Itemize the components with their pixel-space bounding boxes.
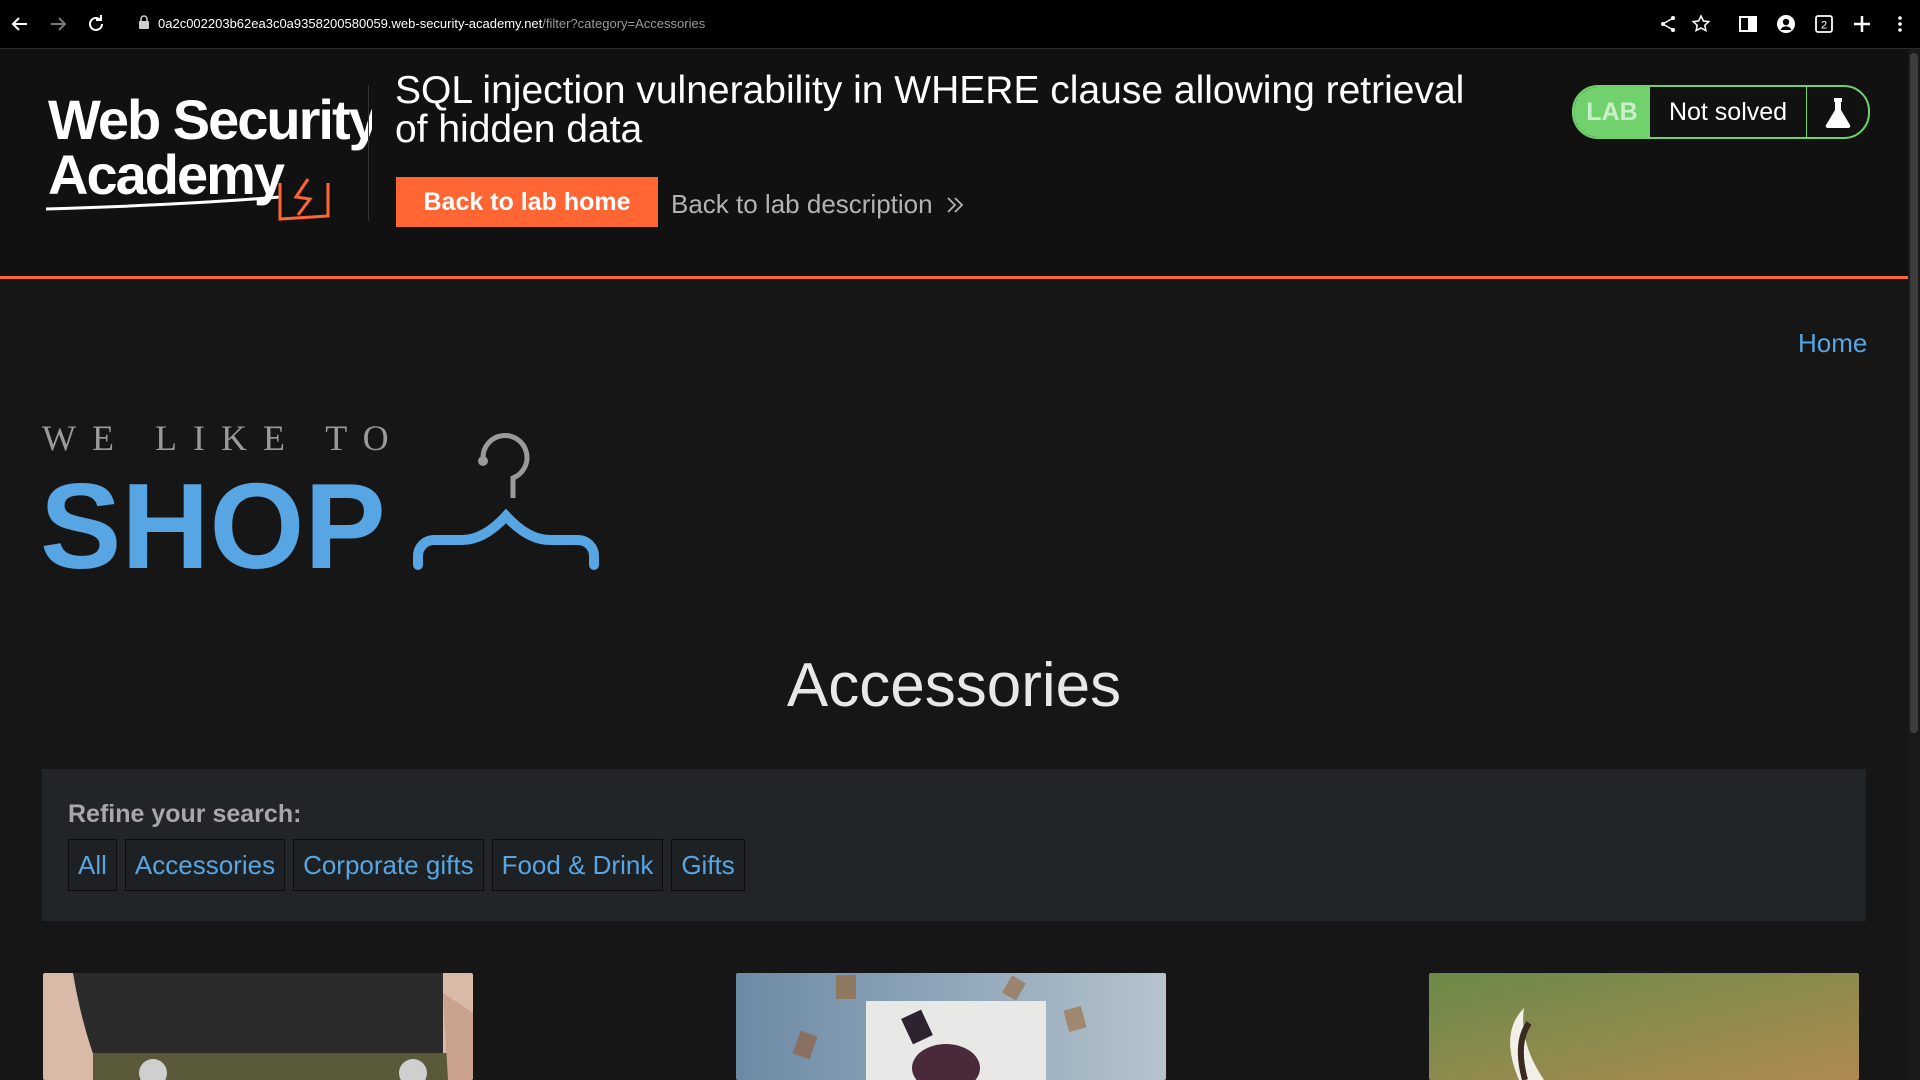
browser-toolbar: 0a2c002203b62ea3c0a9358200580059.web-sec… <box>0 0 1920 49</box>
new-tab-icon[interactable] <box>1850 12 1874 36</box>
hanger-icon <box>413 508 599 570</box>
lab-title: SQL injection vulnerability in WHERE cla… <box>395 69 1465 151</box>
lab-badge: LAB <box>1574 87 1650 137</box>
url-path: /filter?category=Accessories <box>542 16 706 31</box>
logo-small-text: WE LIKE TO <box>42 420 405 458</box>
lab-header: Web Security Academy SQL injection vulne… <box>0 49 1908 277</box>
share-icon[interactable] <box>1656 12 1680 36</box>
back-icon[interactable] <box>8 12 32 36</box>
product-image[interactable] <box>1429 973 1859 1080</box>
reload-icon[interactable] <box>84 12 108 36</box>
home-link[interactable]: Home <box>1798 328 1867 359</box>
accent-divider <box>0 276 1908 279</box>
page-scrollbar[interactable] <box>1908 49 1920 1080</box>
filter-corporate-gifts[interactable]: Corporate gifts <box>293 839 484 891</box>
lock-icon[interactable] <box>138 15 150 29</box>
forward-icon[interactable] <box>46 12 70 36</box>
filter-accessories[interactable]: Accessories <box>124 839 286 891</box>
logo-line1: Web Security <box>48 88 372 151</box>
header-divider <box>368 85 369 221</box>
scrollbar-thumb[interactable] <box>1910 53 1918 733</box>
url-host: 0a2c002203b62ea3c0a9358200580059.web-sec… <box>158 16 543 31</box>
hanger-hook <box>480 433 530 498</box>
page-title: Accessories <box>786 651 1122 720</box>
filter-panel: Refine your search: All Accessories Corp… <box>42 769 1866 921</box>
filter-gifts[interactable]: Gifts <box>671 839 745 891</box>
filter-list: All Accessories Corporate gifts Food & D… <box>68 839 745 891</box>
sidebar-icon[interactable] <box>1736 12 1760 36</box>
refine-search-label: Refine your search: <box>68 800 302 828</box>
address-bar[interactable]: 0a2c002203b62ea3c0a9358200580059.web-sec… <box>158 16 705 31</box>
we-like-to-shop-logo: WE LIKE TO SHOP <box>40 418 610 594</box>
tab-count-icon[interactable]: 2 <box>1812 12 1836 36</box>
profile-icon[interactable] <box>1774 12 1798 36</box>
back-to-lab-description-label: Back to lab description <box>671 189 933 219</box>
product-image[interactable] <box>736 973 1166 1080</box>
star-icon[interactable] <box>1689 12 1713 36</box>
lab-status-widget: LAB Not solved <box>1572 85 1870 139</box>
web-security-academy-logo[interactable]: Web Security Academy <box>42 79 382 249</box>
tab-count: 2 <box>1821 20 1827 32</box>
back-to-lab-home-button[interactable]: Back to lab home <box>396 177 658 227</box>
logo-big-text: SHOP <box>40 458 386 580</box>
flask-icon[interactable] <box>1807 87 1868 137</box>
logo-line2: Academy <box>48 143 285 206</box>
product-image[interactable] <box>43 973 473 1080</box>
lab-status-text: Not solved <box>1650 87 1807 137</box>
double-chevron-right-icon <box>946 196 963 213</box>
back-to-lab-description-link[interactable]: Back to lab description <box>671 189 967 220</box>
menu-icon[interactable] <box>1888 12 1904 36</box>
filter-all[interactable]: All <box>68 839 117 891</box>
filter-food-drink[interactable]: Food & Drink <box>491 839 664 891</box>
